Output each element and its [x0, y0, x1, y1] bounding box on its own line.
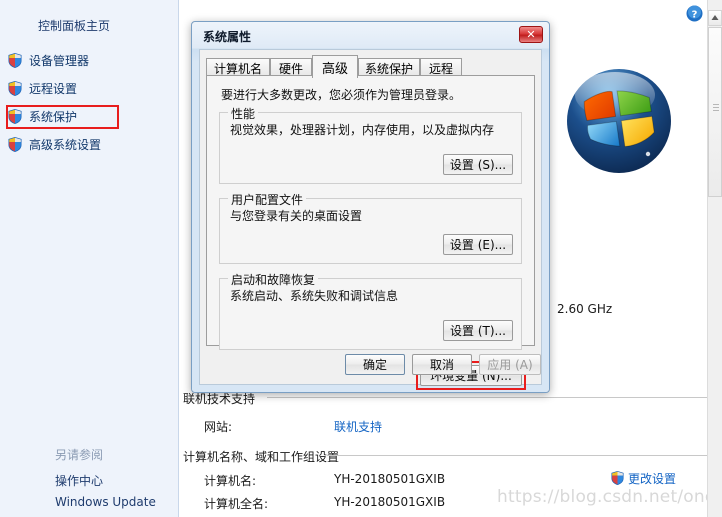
sidebar-item-remote-settings[interactable]: 远程设置 [8, 78, 77, 98]
svg-text:?: ? [692, 9, 698, 20]
system-properties-dialog: 系统属性 ✕ 计算机名 硬件 高级 系统保护 远程 要进行大多数更改，您必须作为… [191, 21, 550, 393]
performance-group-legend: 性能 [228, 105, 259, 122]
cancel-button[interactable]: 取消 [412, 354, 472, 375]
performance-settings-button[interactable]: 设置 (S)... [443, 154, 513, 175]
section-divider [267, 397, 707, 398]
dialog-body: 计算机名 硬件 高级 系统保护 远程 要进行大多数更改，您必须作为管理员登录。 … [199, 49, 542, 390]
admin-note: 要进行大多数更改，您必须作为管理员登录。 [221, 88, 462, 102]
shield-icon [8, 52, 22, 68]
dialog-title: 系统属性 [203, 30, 252, 44]
scroll-up-arrow-icon[interactable] [708, 10, 722, 26]
startup-recovery-settings-button[interactable]: 设置 (T)... [443, 320, 513, 341]
processor-speed-value: 2.60 GHz [557, 302, 613, 316]
sidebar-item-action-center[interactable]: 操作中心 [55, 472, 103, 489]
screen: 控制面板主页 设备管理器 远程设置 系统保护 高级系统设置 另请参阅 操作中心 … [0, 0, 722, 517]
shield-icon [8, 80, 22, 96]
user-profiles-group-description: 与您登录有关的桌面设置 [230, 209, 363, 223]
sidebar-item-label: 系统保护 [29, 109, 78, 124]
scrollbar-grip-icon [713, 104, 719, 111]
scrollbar-thumb[interactable] [708, 27, 722, 197]
shield-icon [611, 471, 625, 486]
help-question-icon[interactable]: ? [686, 5, 703, 22]
sidebar-item-windows-update[interactable]: Windows Update [55, 495, 156, 509]
website-label: 网站: [204, 420, 233, 434]
see-also-title: 另请参阅 [55, 448, 104, 462]
tab-strip: 计算机名 硬件 高级 系统保护 远程 [206, 55, 535, 78]
sidebar-item-label: 远程设置 [29, 81, 78, 96]
windows-logo [563, 65, 675, 177]
user-profiles-group: 用户配置文件 与您登录有关的桌面设置 设置 (E)... [219, 191, 522, 264]
watermark: https://blog.csdn.net/one_bird_ [497, 487, 708, 507]
dialog-titlebar[interactable]: 系统属性 ✕ [192, 22, 549, 49]
shield-icon [8, 108, 22, 124]
performance-group: 性能 视觉效果，处理器计划，内存使用，以及虚拟内存 设置 (S)... [219, 105, 522, 184]
change-settings-link[interactable]: 更改设置 [611, 470, 676, 487]
performance-group-description: 视觉效果，处理器计划，内存使用，以及虚拟内存 [230, 123, 495, 137]
change-settings-label: 更改设置 [628, 472, 677, 486]
sidebar: 控制面板主页 设备管理器 远程设置 系统保护 高级系统设置 另请参阅 操作中心 … [0, 0, 179, 517]
sidebar-item-system-protection[interactable]: 系统保护 [8, 106, 77, 126]
sidebar-item-label: 设备管理器 [29, 53, 90, 68]
computer-name-section-title: 计算机名称、域和工作组设置 [183, 450, 340, 464]
computer-name-value: YH-20180501GXIB [334, 472, 446, 486]
close-icon[interactable]: ✕ [519, 26, 543, 43]
user-profiles-settings-button[interactable]: 设置 (E)... [443, 234, 513, 255]
tab-advanced[interactable]: 高级 [312, 55, 358, 78]
section-divider [327, 455, 707, 456]
startup-recovery-group-legend: 启动和故障恢复 [228, 271, 319, 288]
sidebar-item-control-panel-home[interactable]: 控制面板主页 [38, 17, 110, 34]
computer-name-label: 计算机名: [204, 474, 257, 488]
vertical-scrollbar[interactable] [707, 0, 722, 517]
ok-button[interactable]: 确定 [345, 354, 405, 375]
sidebar-item-advanced-system-settings[interactable]: 高级系统设置 [8, 134, 101, 154]
apply-button[interactable]: 应用 (A) [479, 354, 541, 375]
startup-recovery-group-description: 系统启动、系统失败和调试信息 [230, 289, 399, 303]
startup-recovery-group: 启动和故障恢复 系统启动、系统失败和调试信息 设置 (T)... [219, 271, 522, 350]
computer-full-name-label: 计算机全名: [204, 497, 269, 511]
advanced-tab-panel: 要进行大多数更改，您必须作为管理员登录。 性能 视觉效果，处理器计划，内存使用，… [206, 75, 535, 390]
computer-full-name-value: YH-20180501GXIB [334, 495, 446, 509]
sidebar-item-device-manager[interactable]: 设备管理器 [8, 50, 89, 70]
online-support-link[interactable]: 联机支持 [334, 418, 382, 435]
user-profiles-group-legend: 用户配置文件 [228, 191, 307, 208]
sidebar-item-label: 高级系统设置 [29, 137, 102, 152]
shield-icon [8, 136, 22, 152]
